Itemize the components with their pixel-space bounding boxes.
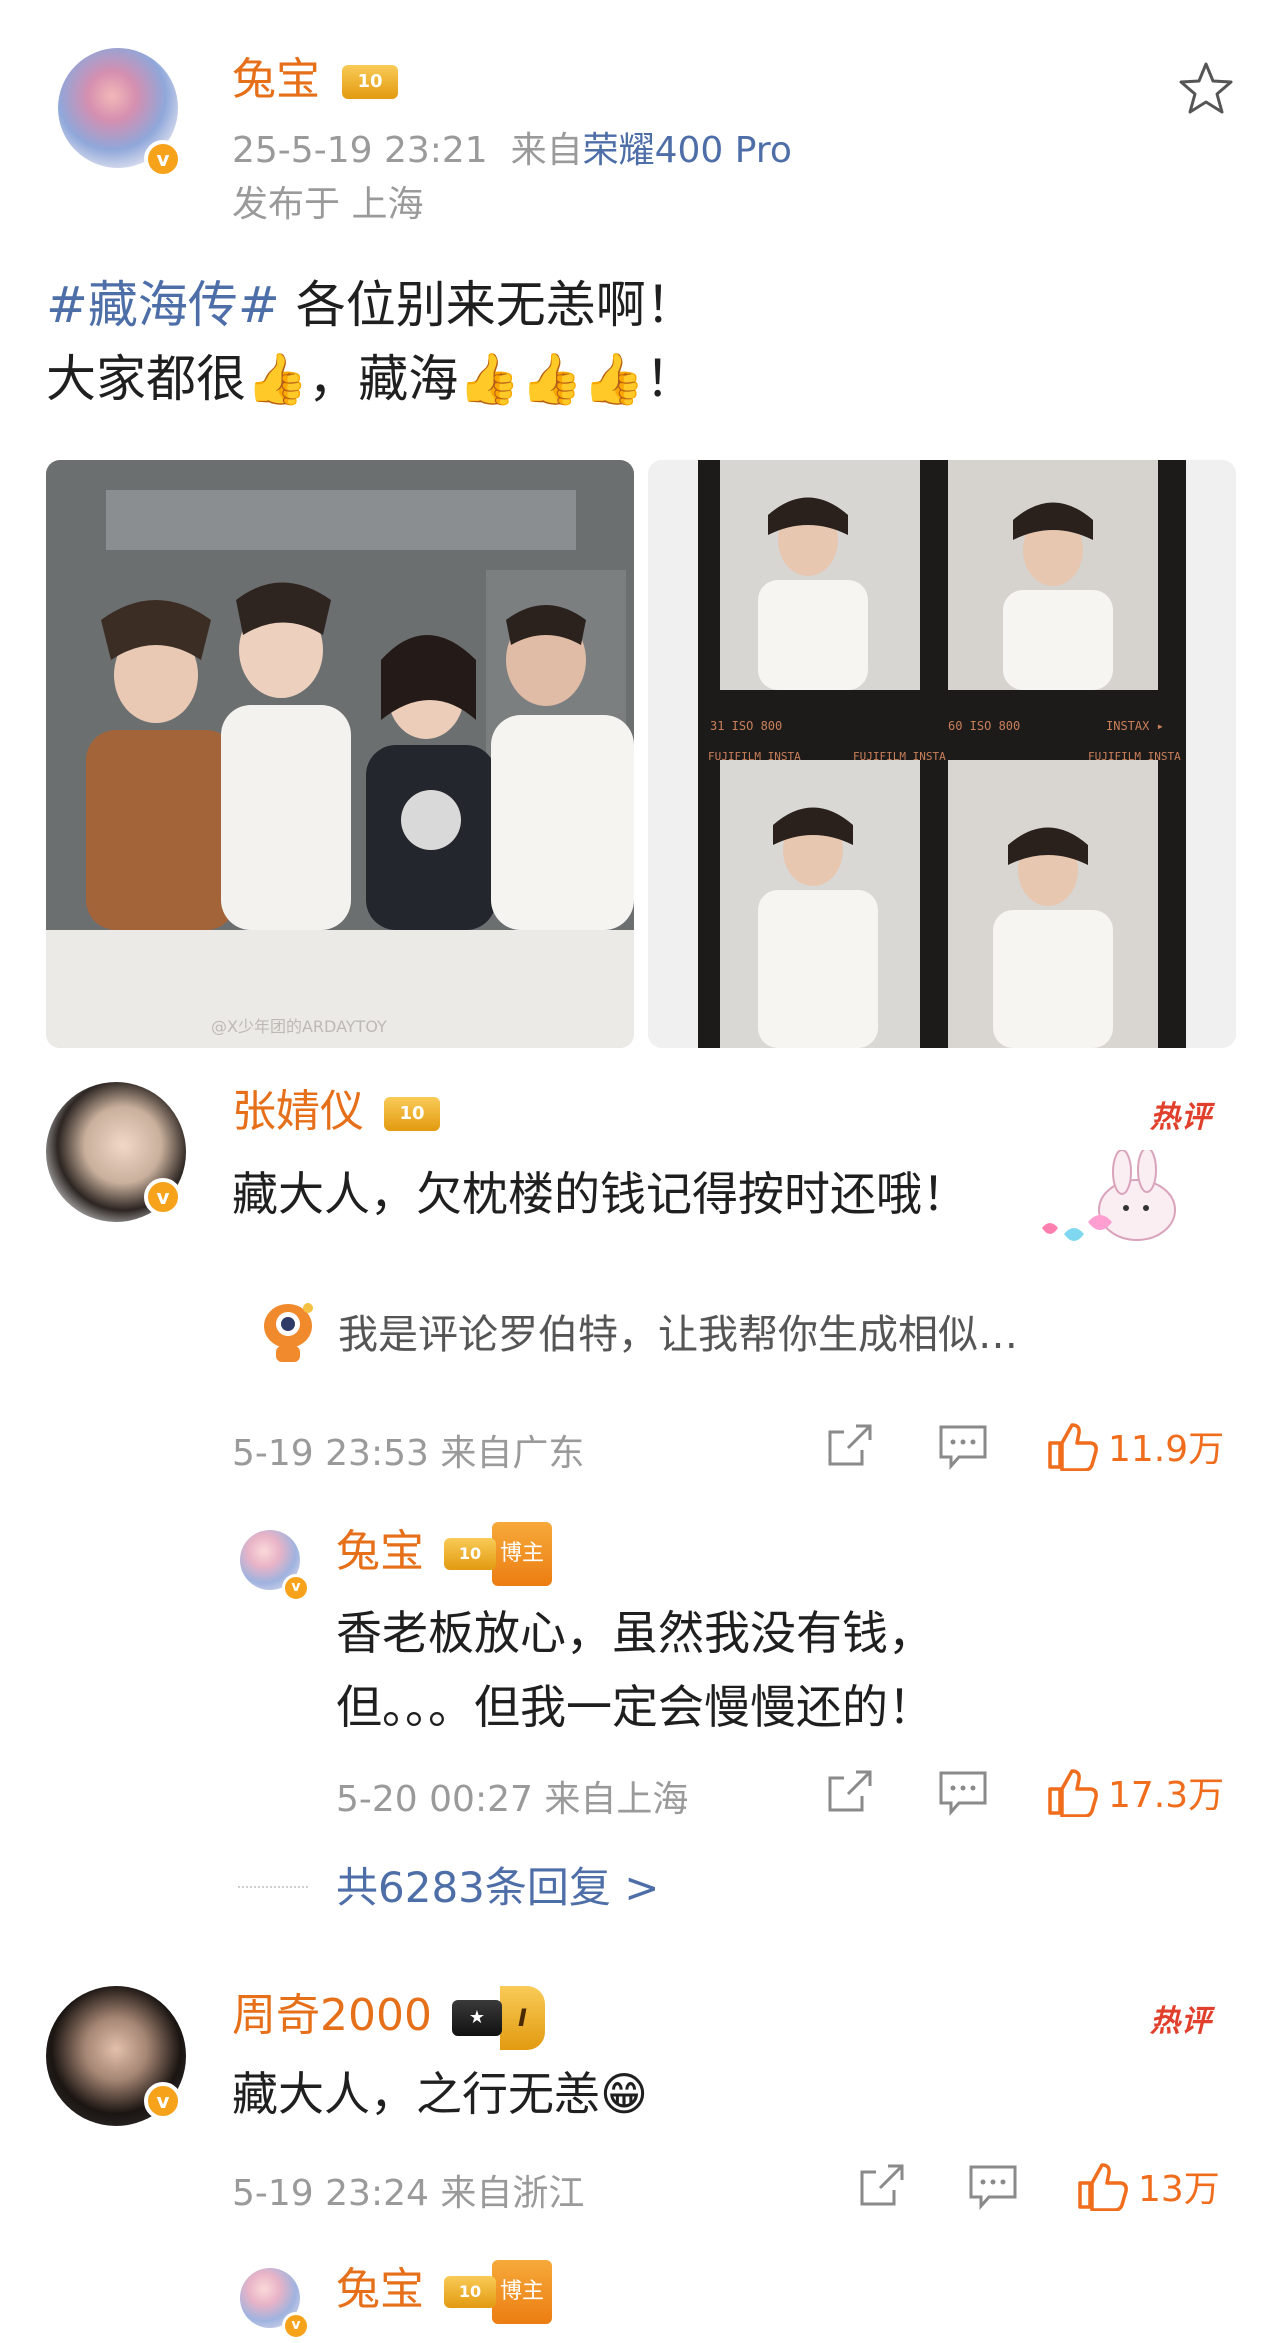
reply-text: 香老板放心，虽然我没有钱， 但。。。但我一定会慢慢还的！ <box>336 1606 934 1734</box>
comment-icon <box>939 1771 987 1816</box>
reply-time: 5-20 00:27 来自上海 <box>336 1779 689 1820</box>
star-icon[interactable] <box>1178 60 1234 116</box>
photo-watermark: @X少年团的ARDAYTOY <box>211 1017 387 1036</box>
group-photo-illustration: @X少年团的ARDAYTOY <box>46 460 634 1048</box>
robot-icon <box>258 1296 318 1366</box>
thumbs-up-emoji: 👍 <box>520 350 583 408</box>
crown-icon: ★ <box>451 2000 502 2036</box>
like-button[interactable]: 17.3万 <box>1046 1766 1224 1818</box>
comment-button[interactable] <box>938 1424 988 1470</box>
share-icon <box>828 1424 872 1466</box>
share-button[interactable] <box>858 2162 906 2208</box>
share-button[interactable] <box>826 1422 874 1468</box>
comment-text: 藏大人，之行无恙😁 <box>232 2067 648 2121</box>
post-author-name[interactable]: 兔宝 10 <box>232 50 398 110</box>
verified-icon: v <box>282 1574 310 1602</box>
comment-icon <box>969 2165 1017 2210</box>
verified-icon: v <box>144 2082 182 2120</box>
author-tag: 博主 <box>492 1522 553 1586</box>
ai-suggestion[interactable]: 我是评论罗伯特，让我帮你生成相似… <box>258 1296 1018 1366</box>
verified-icon: v <box>144 140 182 178</box>
author-tag: 博主 <box>492 2260 553 2324</box>
post-meta: 25-5-19 23:21 来自荣耀400 Pro <box>232 130 792 171</box>
svg-text:60 ISO 800: 60 ISO 800 <box>948 719 1020 733</box>
comment-text: 藏大人，欠枕楼的钱记得按时还哦！ <box>232 1167 968 1221</box>
crown-icon: 10 <box>444 2276 496 2308</box>
post-photo-group[interactable]: @X少年团的ARDAYTOY <box>46 460 634 1048</box>
crown-icon: 10 <box>444 1538 496 1570</box>
like-button[interactable]: 11.9万 <box>1046 1420 1224 1472</box>
like-count: 11.9万 <box>1108 1429 1225 1470</box>
hot-comment-badge: 热评 <box>1150 2004 1212 2039</box>
svg-text:31 ISO 800: 31 ISO 800 <box>710 719 782 733</box>
svg-text:INSTAX ▸: INSTAX ▸ <box>1106 719 1164 733</box>
comment-author-name[interactable]: 张婧仪 10 <box>232 1082 440 1142</box>
thumbs-up-emoji: 👍 <box>246 350 309 408</box>
comment-icon <box>939 1425 987 1470</box>
post-text-line1: #藏海传# 各位别来无恙啊！ <box>46 276 696 334</box>
like-icon <box>1048 1769 1098 1817</box>
like-count: 17.3万 <box>1108 1775 1225 1816</box>
comment-separator <box>0 1955 1280 1971</box>
like-icon <box>1078 2163 1128 2211</box>
svg-text:FUJIFILM INSTA: FUJIFILM INSTA <box>853 750 946 763</box>
comment-author-name[interactable]: 周奇2000 ★ I <box>232 1986 545 2050</box>
reply-author-name[interactable]: 兔宝 10 博主 <box>336 2260 553 2324</box>
dotted-divider <box>238 1886 308 1888</box>
hot-comment-badge: 热评 <box>1150 1100 1212 1135</box>
thumbs-up-emoji: 👍 <box>582 350 646 408</box>
hashtag-link[interactable]: #藏海传# <box>46 276 280 334</box>
ai-suggestion-text: 我是评论罗伯特，让我帮你生成相似… <box>338 1312 1018 1358</box>
comment-button[interactable] <box>938 1770 988 1816</box>
grin-emoji: 😁 <box>600 2067 648 2121</box>
verified-icon: v <box>282 2312 310 2340</box>
post-location: 发布于 上海 <box>232 184 424 225</box>
post-photo-instax[interactable]: 31 ISO 800 60 ISO 800 INSTAX ▸ FUJIFILM … <box>648 460 1236 1048</box>
bunny-sticker <box>1022 1147 1202 1260</box>
comment-button[interactable] <box>968 2164 1018 2210</box>
thumbs-up-emoji: 👍 <box>458 350 521 408</box>
like-button[interactable]: 13万 <box>1076 2160 1220 2212</box>
svg-text:FUJIFILM INSTA: FUJIFILM INSTA <box>1088 750 1181 763</box>
like-icon <box>1048 1423 1098 1471</box>
share-icon <box>828 1770 872 1812</box>
share-button[interactable] <box>826 1768 874 1814</box>
crown-icon: 10 <box>384 1097 440 1131</box>
instax-photo-illustration: 31 ISO 800 60 ISO 800 INSTAX ▸ FUJIFILM … <box>648 460 1236 1048</box>
verified-icon: v <box>144 1178 182 1216</box>
more-replies-link[interactable]: 共6283条回复 > <box>336 1860 659 1916</box>
crown-icon: 10 <box>342 65 398 99</box>
like-count: 13万 <box>1138 2169 1220 2210</box>
share-icon <box>860 2164 904 2206</box>
source-device-link[interactable]: 荣耀400 Pro <box>583 130 792 171</box>
level-badge: I <box>499 1986 545 2050</box>
comment-time: 5-19 23:53 来自广东 <box>232 1433 585 1474</box>
reply-author-name[interactable]: 兔宝 10 博主 <box>336 1522 553 1586</box>
post-text-line2: 大家都很👍，藏海👍👍👍！ <box>46 346 695 412</box>
svg-text:FUJIFILM INSTA: FUJIFILM INSTA <box>708 750 801 763</box>
comment-time: 5-19 23:24 来自浙江 <box>232 2173 585 2214</box>
